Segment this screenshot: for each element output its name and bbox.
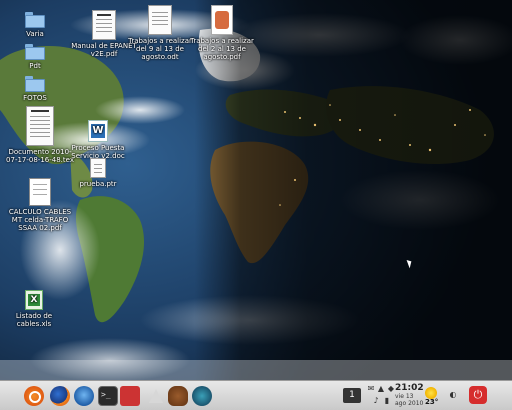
clock-date: vie 13 — [395, 393, 414, 400]
icon-label: CALCULO CABLES MT celda-TRAFO SSAA 02.pd… — [8, 208, 72, 232]
firefox-icon[interactable] — [50, 386, 70, 406]
app-icon[interactable] — [120, 386, 140, 406]
desktop-icon-listado[interactable]: X Listado de cables.xls — [0, 290, 70, 328]
weather-temperature: 23° — [425, 398, 439, 406]
document-icon — [148, 5, 172, 35]
browser-icon[interactable] — [192, 386, 212, 406]
tent-icon[interactable] — [146, 386, 166, 406]
icon-label: Varia — [26, 30, 44, 38]
icon-label: Trabajos a realizar del 2 al 13 de agost… — [190, 37, 254, 61]
battery-icon[interactable]: ▮ — [382, 396, 392, 406]
volume-icon[interactable]: ♪ — [371, 396, 381, 406]
mail-icon[interactable]: ✉ — [366, 384, 376, 394]
tray-app-icon[interactable]: ◐ — [448, 390, 458, 400]
terminal-icon[interactable] — [98, 386, 118, 406]
earth-wallpaper — [0, 0, 512, 410]
icon-label: FOTOS — [23, 94, 47, 102]
document-icon — [26, 106, 54, 146]
notification-icon[interactable]: ▲ — [376, 384, 386, 394]
desktop-icon-fotos[interactable]: FOTOS — [0, 76, 71, 102]
word-document-icon: W — [88, 120, 108, 142]
pdf-document-icon — [29, 178, 51, 206]
pdf-map-icon — [211, 5, 233, 35]
power-icon[interactable] — [469, 386, 487, 404]
document-icon — [92, 10, 116, 40]
desktop[interactable]: Varia Pdt FOTOS Manual de EPANET v2E.pdf… — [0, 0, 512, 410]
spreadsheet-icon: X — [25, 290, 43, 310]
desktop-icon-proceso[interactable]: W Proceso Puesta Servicio v2.doc — [62, 120, 134, 160]
clock-time[interactable]: 21:02 — [395, 383, 424, 393]
bottom-panel: 1 ✉ ▲ ◆ ♪ ▮ 21:02 vie 13 ago 2010 23° ◐ — [0, 380, 512, 410]
icon-label: Listado de cables.xls — [15, 312, 53, 328]
folder-icon — [25, 44, 45, 60]
desktop-icon-calculo[interactable]: CALCULO CABLES MT celda-TRAFO SSAA 02.pd… — [4, 178, 76, 232]
gnu-icon[interactable] — [168, 386, 188, 406]
thunderbird-icon[interactable] — [74, 386, 94, 406]
folder-icon — [25, 76, 45, 92]
desktop-icon-trabajos-pdf[interactable]: Trabajos a realizar del 2 al 13 de agost… — [186, 5, 258, 61]
desktop-icon-pdt[interactable]: Pdt — [0, 44, 71, 70]
folder-icon — [25, 12, 45, 28]
document-icon — [90, 158, 106, 178]
desktop-icon-varia[interactable]: Varia — [0, 12, 71, 38]
clock-date-2: ago 2010 — [395, 400, 424, 407]
workspace-switcher[interactable]: 1 — [343, 388, 361, 403]
ubuntu-icon[interactable] — [24, 386, 44, 406]
icon-label: Pdt — [29, 62, 41, 70]
